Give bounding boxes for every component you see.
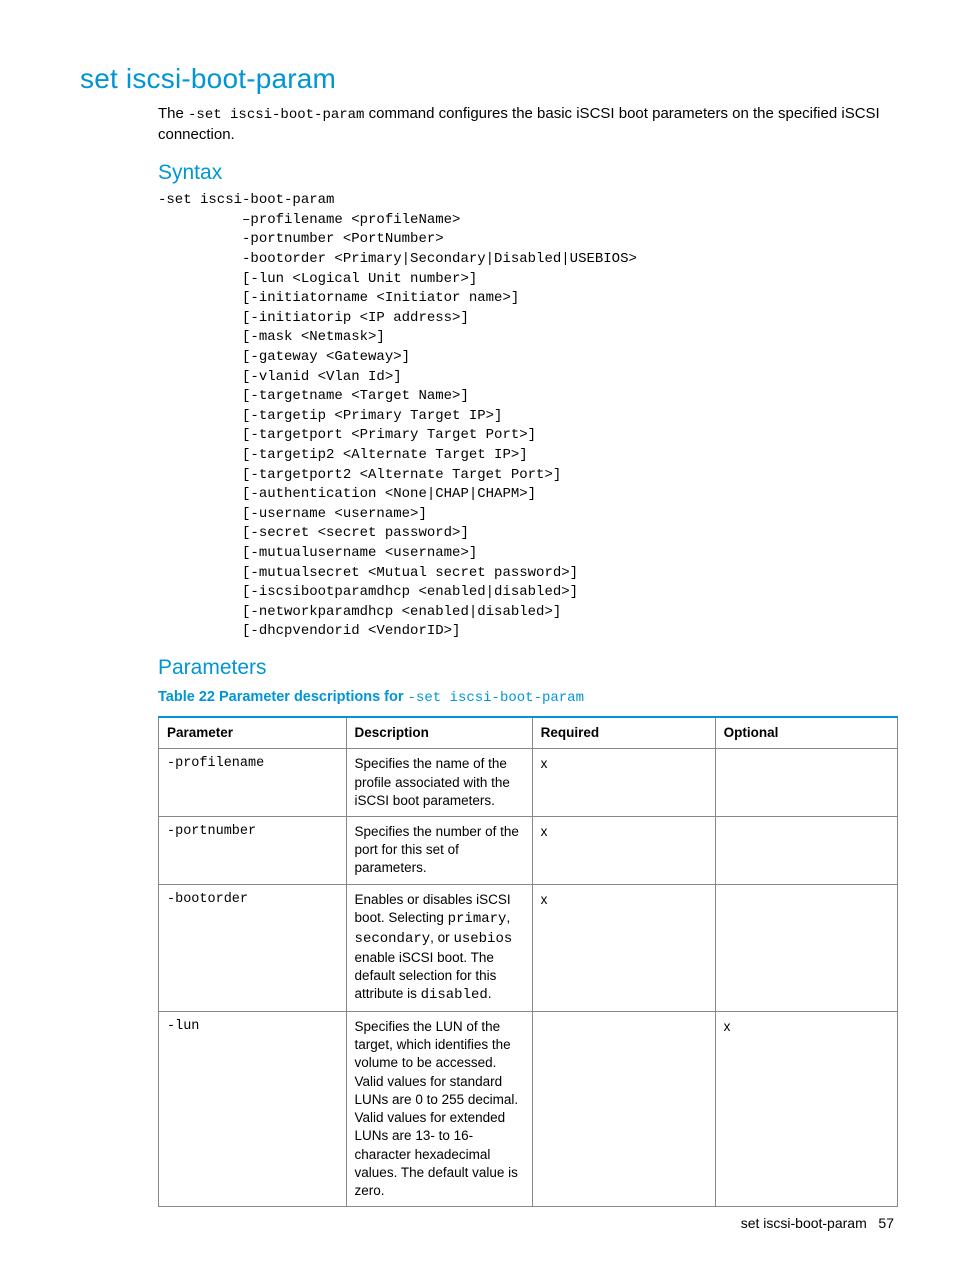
cell-optional bbox=[715, 817, 897, 885]
syntax-heading: Syntax bbox=[158, 159, 894, 187]
table-row: -profilenameSpecifies the name of the pr… bbox=[159, 749, 898, 817]
parameters-table: Parameter Description Required Optional … bbox=[158, 716, 898, 1207]
cell-parameter: -bootorder bbox=[159, 884, 347, 1011]
cell-required: x bbox=[532, 749, 715, 817]
syntax-block: -set iscsi-boot-param –profilename <prof… bbox=[158, 191, 894, 642]
table-header-optional: Optional bbox=[715, 717, 897, 749]
intro-code: -set iscsi-boot-param bbox=[188, 107, 364, 123]
intro-pre: The bbox=[158, 105, 188, 122]
footer-label: set iscsi-boot-param bbox=[741, 1215, 867, 1231]
intro-paragraph: The -set iscsi-boot-param command config… bbox=[158, 104, 894, 145]
cell-parameter: -profilename bbox=[159, 749, 347, 817]
table-caption: Table 22 Parameter descriptions for -set… bbox=[158, 688, 894, 708]
cell-description: Enables or disables iSCSI boot. Selectin… bbox=[346, 884, 532, 1011]
table-body: -profilenameSpecifies the name of the pr… bbox=[159, 749, 898, 1207]
cell-description: Specifies the name of the profile associ… bbox=[346, 749, 532, 817]
cell-description: Specifies the LUN of the target, which i… bbox=[346, 1012, 532, 1207]
cell-parameter: -lun bbox=[159, 1012, 347, 1207]
footer-page-number: 57 bbox=[878, 1215, 894, 1231]
cell-required bbox=[532, 1012, 715, 1207]
page-title: set iscsi-boot-param bbox=[80, 60, 894, 98]
table-row: -portnumberSpecifies the number of the p… bbox=[159, 817, 898, 885]
cell-optional bbox=[715, 884, 897, 1011]
table-header-description: Description bbox=[346, 717, 532, 749]
parameters-heading: Parameters bbox=[158, 654, 894, 682]
table-header-row: Parameter Description Required Optional bbox=[159, 717, 898, 749]
cell-optional: x bbox=[715, 1012, 897, 1207]
table-row: -bootorderEnables or disables iSCSI boot… bbox=[159, 884, 898, 1011]
page-footer: set iscsi-boot-param 57 bbox=[741, 1214, 894, 1233]
cell-required: x bbox=[532, 884, 715, 1011]
document-page: set iscsi-boot-param The -set iscsi-boot… bbox=[0, 0, 954, 1271]
cell-parameter: -portnumber bbox=[159, 817, 347, 885]
table-caption-pre: Table 22 Parameter descriptions for bbox=[158, 689, 408, 705]
cell-required: x bbox=[532, 817, 715, 885]
table-row: -lunSpecifies the LUN of the target, whi… bbox=[159, 1012, 898, 1207]
table-header-parameter: Parameter bbox=[159, 717, 347, 749]
cell-description: Specifies the number of the port for thi… bbox=[346, 817, 532, 885]
table-header-required: Required bbox=[532, 717, 715, 749]
cell-optional bbox=[715, 749, 897, 817]
table-caption-code: -set iscsi-boot-param bbox=[408, 690, 584, 706]
